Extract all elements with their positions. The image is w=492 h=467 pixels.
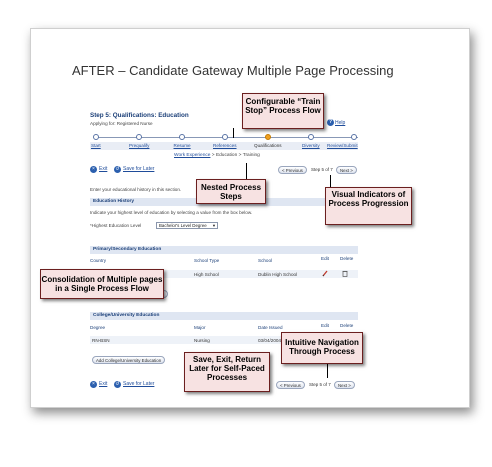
col-degree: Degree (90, 325, 106, 330)
row-school-type: High School (194, 272, 219, 277)
trash-icon[interactable] (342, 270, 348, 277)
train-stop-review-submit[interactable] (351, 134, 357, 140)
education-instruction: Indicate your highest level of education… (90, 210, 253, 215)
train-stop-label[interactable]: Resume (174, 143, 191, 148)
exit-icon[interactable]: × (90, 381, 97, 388)
train-stop-label[interactable]: Start (91, 143, 101, 148)
callout-pointer (233, 128, 234, 138)
col-country: Country (90, 258, 107, 263)
college-header: College/University Education (90, 312, 358, 320)
next-button[interactable]: Next > (334, 381, 355, 389)
highest-education-label: *Highest Education Level (90, 223, 142, 228)
substep-education: Education (215, 153, 238, 158)
callout-intuitive-navigation: Intuitive Navigation Through Process (281, 332, 363, 364)
highest-education-value: Bachelor's Level Degree (159, 223, 207, 228)
col-date-issued: Date Issued (258, 325, 283, 330)
row-date: 03/04/2004 (258, 338, 281, 343)
col-major: Major (194, 325, 206, 330)
train-stop-label[interactable]: Review/Submit (327, 143, 358, 148)
save-icon[interactable]: ↺ (114, 381, 121, 388)
train-stop-diversity[interactable] (308, 134, 314, 140)
row-major: Nursing (194, 338, 210, 343)
next-button[interactable]: Next > (336, 166, 357, 174)
col-delete: Delete (340, 256, 354, 261)
intro-text: Enter your educational history in this s… (90, 187, 182, 192)
primary-secondary-header: Primary/Secondary Education (90, 246, 358, 254)
help-icon[interactable]: ? (327, 119, 334, 126)
substep-work-experience[interactable]: Work Experience (174, 153, 210, 158)
save-for-later-link[interactable]: Save for Later (123, 166, 154, 172)
callout-train-stop: Configurable “Train Stop” Process Flow (242, 93, 324, 129)
exit-icon[interactable]: × (90, 166, 97, 173)
callout-pointer (327, 362, 328, 378)
col-delete: Delete (340, 323, 354, 328)
train-stop-resume[interactable] (179, 134, 185, 140)
callout-save-exit: Save, Exit, Return Later for Self-Paced … (184, 352, 270, 392)
col-school-type: School Type (194, 258, 220, 263)
train-stop-prequalify[interactable] (136, 134, 142, 140)
callout-nested-steps: Nested Process Steps (196, 179, 266, 204)
col-edit: Edit (321, 256, 329, 261)
previous-button[interactable]: < Previous (276, 381, 305, 389)
train-stop-label[interactable]: Prequalify (129, 143, 149, 148)
exit-link[interactable]: Exit (99, 166, 107, 172)
substep-separator: > (211, 153, 215, 158)
step-title: Step 5: Qualifications: Education (90, 112, 189, 119)
save-icon[interactable]: ↺ (114, 166, 121, 173)
substep-training: Training (242, 153, 260, 158)
help-link[interactable]: Help (335, 120, 345, 126)
train-stop-label[interactable]: Qualifications (254, 143, 282, 148)
save-for-later-link[interactable]: Save for Later (123, 381, 154, 387)
step-of-text: Step 5 of 7 (311, 167, 333, 172)
exit-link[interactable]: Exit (99, 381, 107, 387)
previous-button[interactable]: < Previous (278, 166, 307, 174)
add-college-education-button[interactable]: Add College/University Education (92, 356, 166, 364)
row-school: Dublin High School (258, 272, 298, 277)
callout-visual-indicators: Visual Indicators of Process Progression (325, 187, 412, 225)
train-stop-label[interactable]: References (213, 143, 237, 148)
step-of-text: Step 5 of 7 (309, 382, 331, 387)
col-edit: Edit (321, 323, 329, 328)
substep-breadcrumb: Work Experience > Education > Training (174, 153, 260, 158)
edit-icon[interactable] (322, 270, 328, 277)
row-degree: RN-BSN (92, 338, 110, 343)
chevron-down-icon: ▼ (212, 223, 216, 228)
train-stop-label[interactable]: Diversity (302, 143, 320, 148)
train-stop-references[interactable] (222, 134, 228, 140)
applying-for-text: Applying for: Registered Nurse (90, 121, 153, 126)
callout-consolidation: Consolidation of Multiple pages in a Sin… (40, 269, 164, 299)
col-school: School (258, 258, 273, 263)
train-stop-qualifications[interactable] (265, 134, 271, 140)
substep-separator: > (238, 153, 242, 158)
highest-education-select[interactable]: Bachelor's Level Degree ▼ (156, 222, 218, 229)
slide-title: AFTER – Candidate Gateway Multiple Page … (72, 63, 394, 78)
train-stop-start[interactable] (93, 134, 99, 140)
nav-row-top: × Exit ↺ Save for Later < Previous Step … (90, 165, 358, 175)
